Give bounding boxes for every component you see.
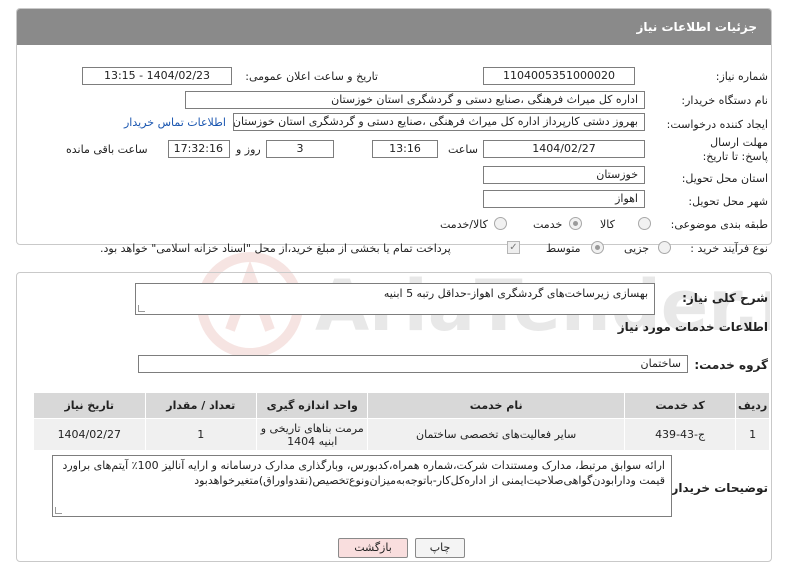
cell-qty: 1 (144, 418, 258, 451)
cell-name: سایر فعالیت‌های تخصصی ساختمان (367, 418, 625, 451)
buyer-contact-link[interactable]: اطلاعات تماس خریدار (124, 116, 226, 129)
back-button[interactable]: بازگشت (338, 538, 408, 558)
need-number-label: شماره نیاز: (715, 70, 768, 83)
services-section-title: اطلاعات خدمات مورد نیاز (617, 320, 768, 334)
buyer-org-label: نام دستگاه خریدار: (681, 94, 768, 107)
service-group-label: گروه خدمت: (694, 358, 768, 372)
announce-field[interactable]: 1404/02/23 - 13:15 (82, 67, 232, 85)
category-label: طبقه بندی موضوعی: (670, 218, 768, 231)
col-date: تاریخ نیاز (33, 392, 146, 419)
remaining-label: ساعت باقی مانده (66, 143, 148, 156)
announce-label: تاریخ و ساعت اعلان عمومی: (245, 70, 378, 83)
cell-unit: مرمت بناهای تاریخی و ابنیه 1404 (255, 418, 369, 451)
buyer-notes-text: ارائه سوابق مرتبط، مدارک ومستندات شرکت،ش… (62, 459, 665, 487)
deadline-time-label: ساعت (448, 143, 478, 156)
category-radio-goods-service[interactable] (494, 217, 507, 230)
buyer-org-field[interactable]: اداره کل میراث فرهنگی ،صنایع دستی و گردش… (185, 91, 645, 109)
city-field[interactable]: اهواز (483, 190, 645, 208)
deadline-date-field[interactable]: 1404/02/27 (483, 140, 645, 158)
days-field[interactable]: 3 (266, 140, 334, 158)
purchase-radio-minor[interactable] (658, 241, 671, 254)
deadline-label: مهلت ارسال پاسخ: تا تاریخ: (702, 136, 768, 163)
print-button[interactable]: چاپ (415, 538, 465, 558)
need-number-field[interactable]: 1104005351000020 (483, 67, 635, 85)
creator-label: ایجاد کننده درخواست: (666, 118, 768, 131)
category-radio-service[interactable] (569, 217, 582, 230)
category-goods-service-label: کالا/خدمت (440, 218, 488, 231)
purchase-radio-medium[interactable] (591, 241, 604, 254)
col-unit: واحد اندازه گیری (255, 392, 369, 419)
category-goods-label: کالا (600, 218, 615, 231)
category-service-label: خدمت (533, 218, 563, 231)
summary-textarea[interactable]: بهسازی زیرساخت‌های گردشگری اهواز-حداقل ر… (135, 283, 655, 315)
province-field[interactable]: خوزستان (483, 166, 645, 184)
cell-row: 1 (735, 418, 770, 451)
panel-title: جزئیات اطلاعات نیاز (17, 9, 771, 45)
buyer-notes-label: توضیحات خریدار: (666, 481, 768, 495)
summary-label: شرح کلی نیاز: (682, 291, 768, 305)
deadline-time-field[interactable]: 13:16 (372, 140, 438, 158)
resize-handle-icon[interactable] (138, 305, 145, 312)
col-code: کد خدمت (623, 392, 737, 419)
city-label: شهر محل تحویل: (688, 195, 768, 208)
purchase-medium-label: متوسط (546, 242, 581, 255)
col-qty: تعداد / مقدار (144, 392, 258, 419)
services-table: ردیف کد خدمت نام خدمت واحد اندازه گیری ت… (33, 392, 770, 451)
treasury-checkbox[interactable]: ✓ (507, 241, 520, 254)
services-table-header: ردیف کد خدمت نام خدمت واحد اندازه گیری ت… (33, 392, 770, 419)
col-row: ردیف (735, 392, 770, 419)
buyer-notes-textarea[interactable]: ارائه سوابق مرتبط، مدارک ومستندات شرکت،ش… (52, 455, 672, 517)
summary-text: بهسازی زیرساخت‌های گردشگری اهواز-حداقل ر… (383, 287, 648, 300)
cell-code: ج-43-439 (623, 418, 737, 451)
purchase-type-label: نوع فرآیند خرید : (690, 242, 768, 255)
col-name: نام خدمت (367, 392, 625, 419)
purchase-minor-label: جزیی (624, 242, 650, 255)
payment-note: پرداخت تمام یا بخشی از مبلغ خرید،از محل … (100, 242, 451, 255)
creator-field[interactable]: بهروز دشتی کارپرداز اداره کل میراث فرهنگ… (233, 113, 645, 131)
cell-date: 1404/02/27 (33, 418, 146, 451)
remaining-time-field[interactable]: 17:32:16 (168, 140, 230, 158)
table-row: 1 ج-43-439 سایر فعالیت‌های تخصصی ساختمان… (33, 418, 770, 451)
service-group-field[interactable]: ساختمان (138, 355, 688, 373)
days-label: روز و (236, 143, 261, 156)
province-label: استان محل تحویل: (681, 172, 768, 185)
category-radio-goods[interactable] (638, 217, 651, 230)
resize-handle-icon[interactable] (55, 507, 62, 514)
